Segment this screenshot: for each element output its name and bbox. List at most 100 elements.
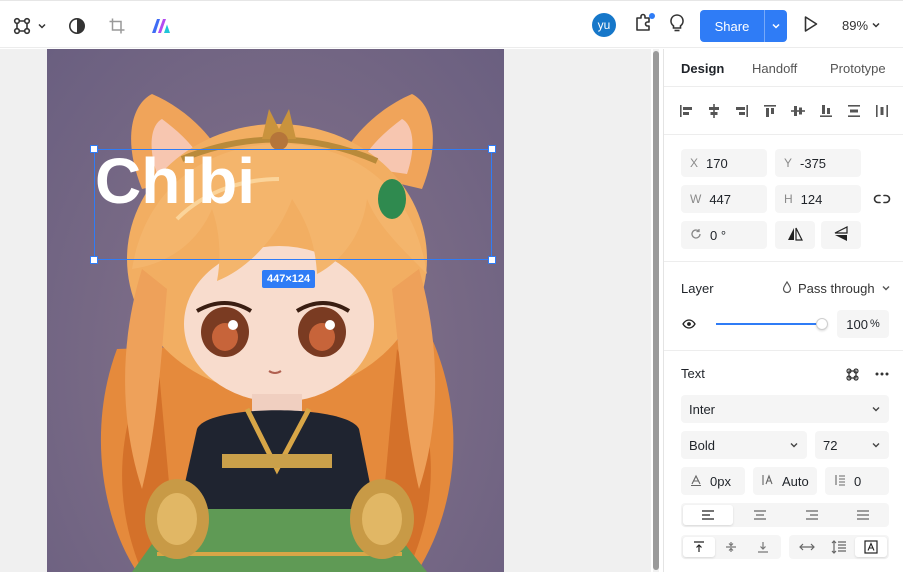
vertical-align-group	[681, 535, 781, 559]
opacity-field[interactable]: 100 %	[837, 310, 889, 338]
rotation-value: 0 °	[710, 227, 727, 243]
y-label: Y	[784, 156, 793, 170]
paragraph-spacing-field[interactable]: 0	[825, 467, 889, 495]
letter-spacing-field[interactable]: 0px	[681, 467, 745, 495]
auto-width-button[interactable]	[791, 537, 823, 557]
align-right-icon[interactable]	[732, 101, 752, 121]
visibility-eye-icon[interactable]	[681, 317, 697, 331]
text-align-right-button[interactable]	[787, 505, 837, 525]
letter-spacing-value: 0px	[710, 473, 731, 489]
auto-height-button[interactable]	[823, 537, 855, 557]
h-label: H	[784, 192, 793, 206]
align-left-icon[interactable]	[676, 101, 696, 121]
flip-horizontal-button[interactable]	[775, 221, 815, 249]
paragraph-spacing-value: 0	[854, 473, 862, 489]
text-align-center-button[interactable]	[735, 505, 785, 525]
design-canvas[interactable]: Chibi 447×124	[0, 49, 651, 572]
resize-handle-bottom-left[interactable]	[90, 256, 98, 264]
contrast-icon	[68, 17, 86, 35]
play-icon	[803, 15, 819, 38]
play-prototype-button[interactable]	[801, 15, 821, 38]
align-vertical-center-icon[interactable]	[788, 101, 808, 121]
alignment-toolbar	[664, 87, 903, 135]
text-align-left-button[interactable]	[683, 505, 733, 525]
resize-handle-bottom-right[interactable]	[488, 256, 496, 264]
flip-horizontal-icon	[787, 227, 803, 244]
letter-spacing-icon	[690, 474, 702, 489]
tab-design[interactable]: Design	[681, 61, 724, 76]
vertical-align-middle-button[interactable]	[715, 537, 747, 557]
font-weight-value: Bold	[689, 437, 716, 453]
lightbulb-icon	[668, 13, 686, 38]
crop-icon	[108, 17, 126, 35]
top-toolbar: yu Share 89%	[0, 0, 903, 48]
align-horizontal-center-icon[interactable]	[704, 101, 724, 121]
tab-prototype[interactable]: Prototype	[830, 61, 886, 76]
ai-plugin-button[interactable]	[150, 16, 172, 36]
tips-button[interactable]	[667, 13, 687, 38]
x-value: 170	[706, 155, 728, 171]
font-family-select[interactable]: Inter	[681, 395, 889, 423]
font-size-value: 72	[823, 437, 838, 453]
text-align-justify-button[interactable]	[839, 505, 887, 525]
distribute-vertical-icon[interactable]	[844, 101, 864, 121]
height-field[interactable]: H 124	[775, 185, 861, 213]
canvas-scrollbar[interactable]	[653, 49, 659, 572]
artboard-image[interactable]: Chibi	[47, 49, 504, 572]
tab-handoff[interactable]: Handoff	[752, 61, 797, 76]
x-label: X	[690, 156, 699, 170]
paragraph-spacing-icon	[834, 474, 846, 489]
selection-size-label: 447×124	[262, 270, 316, 288]
zoom-label: 89%	[842, 17, 869, 33]
w-value: 447	[709, 191, 732, 207]
font-size-select[interactable]: 72	[815, 431, 889, 459]
scrollbar-thumb[interactable]	[653, 51, 659, 570]
resize-handle-top-left[interactable]	[90, 145, 98, 153]
chevron-down-icon	[871, 18, 881, 33]
theme-contrast-button[interactable]	[67, 16, 87, 36]
panel-tabs: Design Handoff Prototype	[664, 49, 903, 87]
plugins-button[interactable]	[633, 13, 655, 35]
text-section-title: Text	[681, 366, 705, 381]
zoom-control[interactable]: 89%	[842, 15, 881, 35]
opacity-slider-knob[interactable]	[816, 318, 828, 330]
share-button[interactable]: Share	[700, 10, 787, 42]
blend-mode-dropdown[interactable]: Pass through	[782, 279, 891, 297]
line-height-field[interactable]: Auto	[753, 467, 817, 495]
layer-section-title: Layer	[681, 281, 714, 296]
align-top-icon[interactable]	[760, 101, 780, 121]
selection-box[interactable]	[94, 149, 492, 260]
chibi-illustration	[100, 94, 454, 572]
rotation-icon	[690, 228, 702, 243]
constrain-proportions-link-icon[interactable]	[872, 191, 892, 207]
user-avatar[interactable]: yu	[592, 13, 616, 37]
width-field[interactable]: W 447	[681, 185, 767, 213]
share-dropdown-icon[interactable]	[765, 21, 787, 31]
chevron-down-icon	[871, 438, 881, 453]
share-label: Share	[714, 18, 750, 34]
resize-handle-top-right[interactable]	[488, 145, 496, 153]
align-bottom-icon[interactable]	[816, 101, 836, 121]
more-options-icon[interactable]	[873, 366, 891, 382]
vertical-align-top-button[interactable]	[683, 537, 715, 557]
main-menu-button[interactable]	[11, 16, 49, 36]
position-y-field[interactable]: Y -375	[775, 149, 861, 177]
chevron-down-icon	[871, 402, 881, 417]
text-styles-icon[interactable]	[844, 366, 860, 382]
fixed-size-button[interactable]	[855, 537, 887, 557]
section-divider	[664, 350, 903, 351]
drop-icon	[782, 280, 792, 296]
crop-button[interactable]	[107, 16, 127, 36]
position-x-field[interactable]: X 170	[681, 149, 767, 177]
font-weight-select[interactable]: Bold	[681, 431, 807, 459]
opacity-slider-track[interactable]	[716, 323, 824, 325]
distribute-horizontal-icon[interactable]	[872, 101, 892, 121]
rotation-field[interactable]: 0 °	[681, 221, 767, 249]
chevron-down-icon	[789, 438, 799, 453]
chevron-down-icon	[881, 281, 891, 296]
flip-vertical-button[interactable]	[821, 221, 861, 249]
ai-logo-icon	[151, 18, 171, 34]
vertical-align-bottom-button[interactable]	[747, 537, 779, 557]
line-height-icon	[762, 473, 774, 489]
y-value: -375	[800, 155, 827, 171]
